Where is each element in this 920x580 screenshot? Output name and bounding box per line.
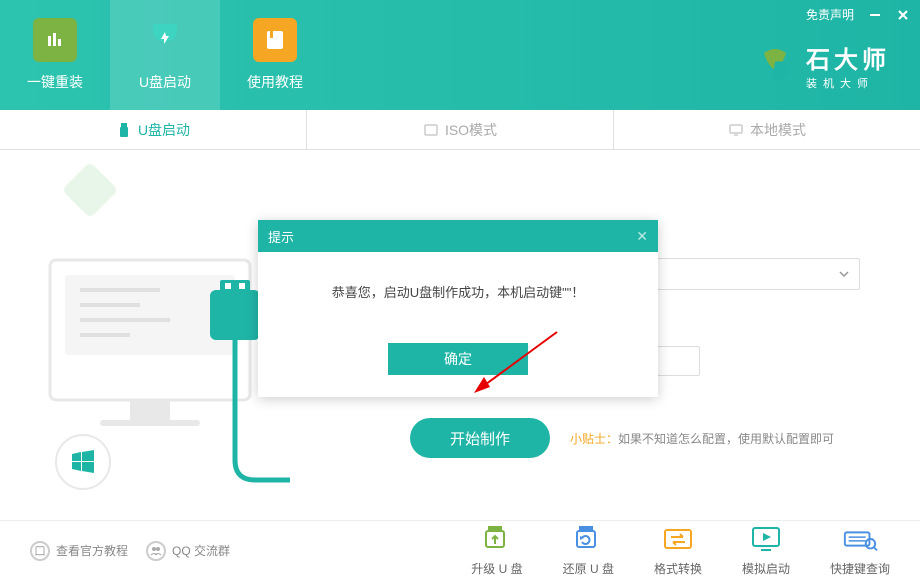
success-modal: 提示 ✕ 恭喜您，启动U盘制作成功，本机启动键""！ 确定 [258,220,658,397]
footer: 查看官方教程 QQ 交流群 升级 U 盘 还原 U 盘 格式转换 [0,520,920,580]
brand: 石大师 装机大师 [754,40,890,91]
modal-ok-button[interactable]: 确定 [388,343,528,375]
modal-footer: 确定 [258,331,658,397]
action-simulate-boot[interactable]: 模拟启动 [742,524,790,577]
action-label: 模拟启动 [742,560,790,577]
hotkey-query-icon [842,524,878,554]
tip-text: 小贴士：如果不知道怎么配置，使用默认配置即可 [570,430,834,447]
action-label: 格式转换 [654,560,702,577]
app-header: 免责声明 一键重装 U盘启动 使用教程 石大师 装机大师 [0,0,920,110]
upgrade-usb-icon [479,524,515,554]
config-dropdown[interactable] [630,258,860,290]
qq-group-link[interactable]: QQ 交流群 [146,541,230,561]
link-label: QQ 交流群 [172,542,230,559]
tab-label: ISO模式 [445,120,497,140]
people-icon [146,541,166,561]
modal-message: 恭喜您，启动U盘制作成功，本机启动键""！ [258,252,658,331]
minimize-button[interactable] [868,8,882,22]
book-icon [30,541,50,561]
official-tutorial-link[interactable]: 查看官方教程 [30,541,128,561]
action-upgrade-usb[interactable]: 升级 U 盘 [471,524,522,577]
link-label: 查看官方教程 [56,542,128,559]
top-links: 免责声明 [806,6,910,23]
tutorial-icon [253,18,297,62]
usb-boot-icon [143,18,187,62]
disclaimer-link[interactable]: 免责声明 [806,6,854,23]
modal-header: 提示 ✕ [258,220,658,252]
modal-close-button[interactable]: ✕ [636,228,648,245]
close-button[interactable] [896,8,910,22]
usb-icon [116,122,132,138]
action-label: 升级 U 盘 [471,560,522,577]
reinstall-icon [33,18,77,62]
chevron-down-icon [839,271,849,277]
brand-title: 石大师 [806,40,890,75]
brand-logo-icon [754,45,796,87]
iso-icon [423,122,439,138]
start-make-button[interactable]: 开始制作 [410,418,550,458]
windows-icon [55,434,111,490]
restore-usb-icon [570,524,606,554]
nav-label: U盘启动 [139,72,191,92]
tab-usb-boot[interactable]: U盘启动 [0,110,307,149]
footer-actions: 升级 U 盘 还原 U 盘 格式转换 模拟启动 快捷键查询 [471,524,890,577]
tip-content: 如果不知道怎么配置，使用默认配置即可 [618,432,834,446]
nav-label: 使用教程 [247,72,303,92]
tab-local-mode[interactable]: 本地模式 [614,110,920,149]
action-label: 快捷键查询 [830,560,890,577]
brand-subtitle: 装机大师 [806,75,890,91]
content-area: 开始制作 小贴士：如果不知道怎么配置，使用默认配置即可 提示 ✕ 恭喜您，启动U… [0,150,920,520]
action-format-convert[interactable]: 格式转换 [654,524,702,577]
action-restore-usb[interactable]: 还原 U 盘 [563,524,614,577]
action-hotkey-query[interactable]: 快捷键查询 [830,524,890,577]
simulate-boot-icon [748,524,784,554]
nav-reinstall[interactable]: 一键重装 [0,0,110,110]
tab-label: 本地模式 [750,120,806,140]
tab-iso-mode[interactable]: ISO模式 [307,110,614,149]
format-convert-icon [660,524,696,554]
nav-tutorial[interactable]: 使用教程 [220,0,330,110]
mode-tabs: U盘启动 ISO模式 本地模式 [0,110,920,150]
footer-links: 查看官方教程 QQ 交流群 [30,541,230,561]
modal-title: 提示 [268,227,294,246]
action-label: 还原 U 盘 [563,560,614,577]
monitor-icon [728,122,744,138]
tab-label: U盘启动 [138,120,190,140]
nav-label: 一键重装 [27,72,83,92]
tip-label: 小贴士： [570,432,618,446]
nav-usb-boot[interactable]: U盘启动 [110,0,220,110]
